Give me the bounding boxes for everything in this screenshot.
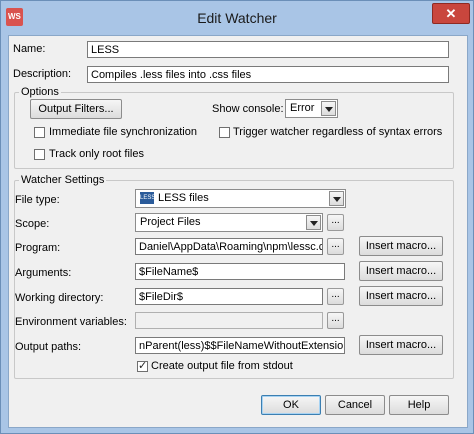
window-title: Edit Watcher — [197, 10, 277, 26]
scope-browse-button[interactable]: ... — [327, 214, 344, 231]
description-field[interactable]: Compiles .less files into .css files — [87, 66, 449, 83]
arguments-field[interactable]: $FileName$ — [135, 263, 345, 280]
arguments-insert-macro-button[interactable]: Insert macro... — [359, 261, 443, 281]
scope-label: Scope: — [15, 218, 50, 230]
show-console-value: Error — [290, 102, 315, 114]
environment-variables-field[interactable] — [135, 312, 323, 329]
working-directory-insert-macro-button[interactable]: Insert macro... — [359, 286, 443, 306]
chevron-down-icon[interactable] — [321, 101, 336, 116]
output-paths-insert-macro-button[interactable]: Insert macro... — [359, 335, 443, 355]
trigger-regardless-label: Trigger watcher regardless of syntax err… — [233, 126, 443, 138]
chevron-down-icon[interactable] — [329, 191, 344, 206]
working-directory-browse-button[interactable]: ... — [327, 288, 344, 305]
file-type-select[interactable]: LESS LESS files — [135, 189, 346, 208]
working-directory-field[interactable]: $FileDir$ — [135, 288, 323, 305]
show-console-select[interactable]: Error — [285, 99, 338, 118]
options-group-title: Options — [19, 86, 61, 98]
file-type-value: LESS files — [158, 192, 209, 204]
output-filters-button[interactable]: Output Filters... — [30, 99, 122, 119]
working-directory-label: Working directory: — [15, 292, 104, 304]
track-root-files-label: Track only root files — [49, 148, 144, 160]
environment-variables-label: Environment variables: — [15, 316, 127, 328]
program-insert-macro-button[interactable]: Insert macro... — [359, 236, 443, 256]
help-button[interactable]: Help — [389, 395, 449, 415]
less-file-icon: LESS — [140, 192, 155, 205]
chevron-down-icon[interactable] — [306, 215, 321, 230]
program-label: Program: — [15, 242, 61, 254]
program-field[interactable]: Daniel\AppData\Roaming\npm\lessc.cmd — [135, 238, 323, 255]
watcher-settings-group-title: Watcher Settings — [19, 174, 107, 186]
scope-select[interactable]: Project Files — [135, 213, 323, 232]
arguments-label: Arguments: — [15, 267, 72, 279]
trigger-regardless-checkbox[interactable] — [219, 127, 230, 138]
file-type-label: File type: — [15, 194, 60, 206]
ok-button[interactable]: OK — [261, 395, 321, 415]
scope-value: Project Files — [140, 216, 201, 228]
program-browse-button[interactable]: ... — [327, 238, 344, 255]
title-bar: WS Edit Watcher ✕ — [1, 1, 473, 35]
output-paths-label: Output paths: — [15, 341, 82, 353]
track-root-files-checkbox[interactable] — [34, 149, 45, 160]
immediate-sync-label: Immediate file synchronization — [49, 126, 197, 138]
dialog-body: Name: LESS Description: Compiles .less f… — [8, 35, 468, 428]
description-label: Description: — [13, 68, 72, 80]
output-paths-field[interactable]: nParent(less)$$FileNameWithoutExtension$… — [135, 337, 345, 354]
show-console-label: Show console: — [212, 103, 284, 115]
name-field[interactable]: LESS — [87, 41, 449, 58]
name-label: Name: — [13, 43, 46, 55]
edit-watcher-dialog: WS Edit Watcher ✕ Name: LESS Description… — [0, 0, 474, 434]
immediate-sync-checkbox[interactable] — [34, 127, 45, 138]
close-button[interactable]: ✕ — [432, 3, 470, 24]
create-output-stdout-label: Create output file from stdout — [151, 360, 293, 372]
cancel-button[interactable]: Cancel — [325, 395, 385, 415]
environment-variables-browse-button[interactable]: ... — [327, 312, 344, 329]
create-output-stdout-checkbox[interactable] — [137, 359, 148, 372]
